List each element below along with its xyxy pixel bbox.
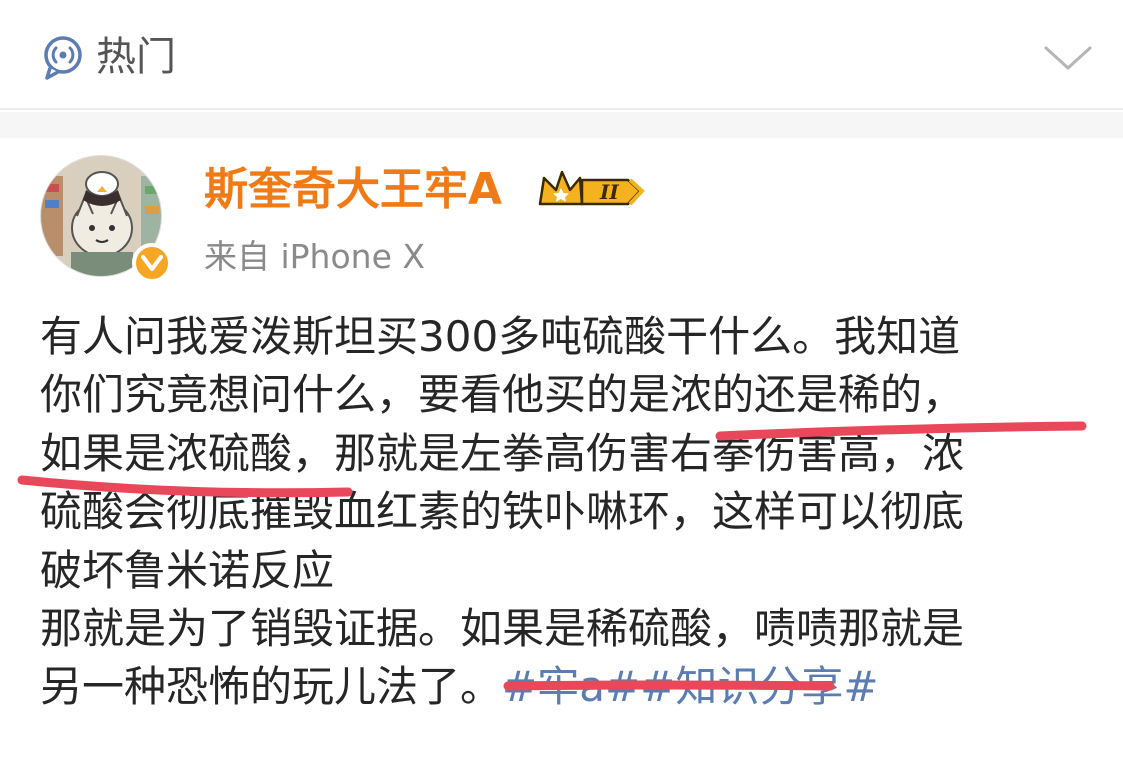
- post-line: 你们究竟想问什么，要看他买的是浓的还是稀的，: [40, 370, 965, 420]
- post-line: 有人问我爱泼斯坦买300多吨硫酸干什么。我知道: [40, 312, 961, 361]
- weibo-post-screen: 热门 斯奎奇大王牢A II 来自 iPhone X 有人问我爱泼斯坦买300多吨…: [0, 0, 1123, 777]
- chevron-down-icon[interactable]: [1040, 40, 1096, 74]
- post-line: 那就是为了销毁证据。如果是稀硫酸，啧啧那就是: [40, 603, 965, 653]
- post-line-text: 另一种恐怖的玩儿法了。: [40, 662, 503, 712]
- post-line: 如果是浓硫酸，那就是左拳高伤害右拳伤害高，浓: [40, 428, 965, 478]
- post-last-line: 另一种恐怖的玩儿法了。#牢a##知识分享#: [40, 658, 1100, 716]
- author-name[interactable]: 斯奎奇大王牢A: [204, 160, 502, 220]
- post-content: 有人问我爱泼斯坦买300多吨硫酸干什么。我知道 你们究竟想问什么，要看他买的是浓…: [40, 308, 1100, 717]
- section-divider: [0, 112, 1123, 138]
- verified-badge-icon: [132, 243, 172, 283]
- author-avatar[interactable]: [40, 155, 172, 283]
- section-title: 热门: [96, 34, 176, 80]
- post-line: 硫酸会彻底摧毁血红素的铁卟啉环，这样可以彻底: [40, 487, 965, 537]
- topic-link[interactable]: #知识分享#: [640, 662, 878, 711]
- section-header: 热门: [0, 0, 1123, 110]
- post-source: 来自 iPhone X: [204, 237, 425, 276]
- post-line: 破坏鲁米诺反应: [40, 545, 335, 595]
- vip-level-text: II: [599, 180, 619, 204]
- topic-link[interactable]: #牢a#: [502, 662, 640, 711]
- vip-crown-icon[interactable]: II: [536, 166, 648, 216]
- hot-signal-icon: [44, 36, 82, 80]
